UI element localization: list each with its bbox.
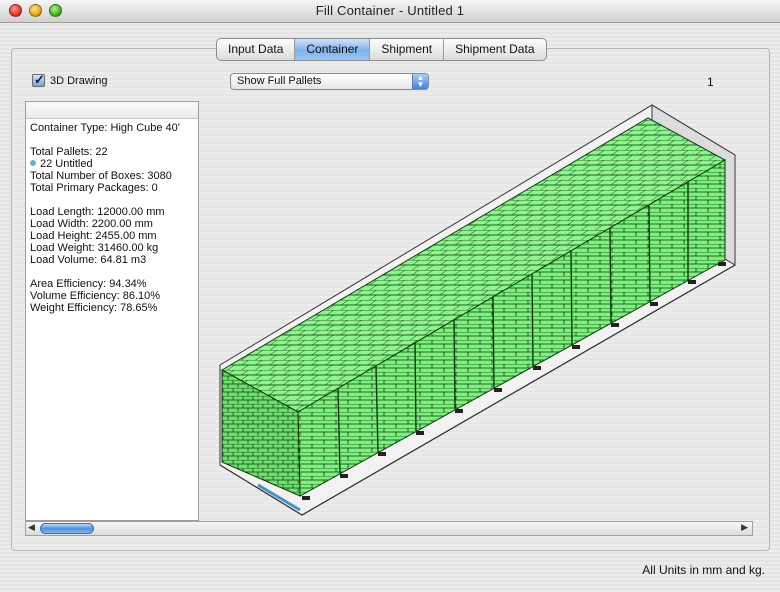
total-boxes: Total Number of Boxes: 3080 bbox=[30, 170, 172, 182]
pallet-color-dot-icon bbox=[30, 160, 36, 166]
container-type: Container Type: High Cube 40' bbox=[30, 122, 180, 134]
volume-efficiency: Volume Efficiency: 86.10% bbox=[30, 290, 161, 302]
weight-efficiency: Weight Efficiency: 78.65% bbox=[30, 302, 158, 314]
tab-input-data[interactable]: Input Data bbox=[217, 39, 296, 60]
total-pallets: Total Pallets: 22 bbox=[30, 146, 108, 158]
3d-drawing-checkbox[interactable]: ✓ bbox=[32, 72, 45, 87]
page-number: 1 bbox=[707, 75, 714, 89]
tab-shipment-data[interactable]: Shipment Data bbox=[444, 39, 545, 60]
title-bar: Fill Container - Untitled 1 bbox=[0, 0, 780, 23]
3d-drawing-option[interactable]: ✓ 3D Drawing bbox=[32, 72, 108, 87]
tab-shipment[interactable]: Shipment bbox=[370, 39, 445, 60]
info-panel-body: Container Type: High Cube 40' Total Pall… bbox=[26, 119, 198, 317]
pallet-view-select[interactable]: Show Full Pallets ▲ ▼ bbox=[230, 73, 429, 90]
pallet-entry-label: 22 Untitled bbox=[40, 158, 93, 170]
updown-arrows-icon: ▲ ▼ bbox=[412, 74, 428, 89]
tab-container[interactable]: Container bbox=[295, 39, 371, 60]
scroll-thumb[interactable] bbox=[40, 523, 94, 534]
load-width: Load Width: 2200.00 mm bbox=[30, 218, 153, 230]
load-volume: Load Volume: 64.81 m3 bbox=[30, 254, 147, 266]
container-info-panel: Container Type: High Cube 40' Total Pall… bbox=[25, 101, 199, 521]
horizontal-scrollbar[interactable]: ◀ ▶ bbox=[25, 521, 753, 536]
units-note: All Units in mm and kg. bbox=[642, 563, 765, 577]
pallet-entry: 22 Untitled bbox=[30, 158, 194, 170]
container-3d-drawing bbox=[219, 104, 736, 516]
pallet-view-value: Show Full Pallets bbox=[237, 75, 322, 87]
tab-bar: Input Data Container Shipment Shipment D… bbox=[216, 38, 547, 61]
checkmark-icon: ✓ bbox=[34, 72, 45, 87]
load-weight: Load Weight: 31460.00 kg bbox=[30, 242, 159, 254]
load-length: Load Length: 12000.00 mm bbox=[30, 206, 165, 218]
window-title: Fill Container - Untitled 1 bbox=[315, 3, 465, 18]
load-height: Load Height: 2455.00 mm bbox=[30, 230, 157, 242]
scroll-left-arrow-icon[interactable]: ◀ bbox=[28, 522, 35, 533]
area-efficiency: Area Efficiency: 94.34% bbox=[30, 278, 147, 290]
3d-drawing-label: 3D Drawing bbox=[50, 74, 108, 87]
info-panel-header bbox=[26, 102, 198, 119]
total-primary-packages: Total Primary Packages: 0 bbox=[30, 182, 158, 194]
scroll-right-arrow-icon[interactable]: ▶ bbox=[741, 522, 748, 533]
